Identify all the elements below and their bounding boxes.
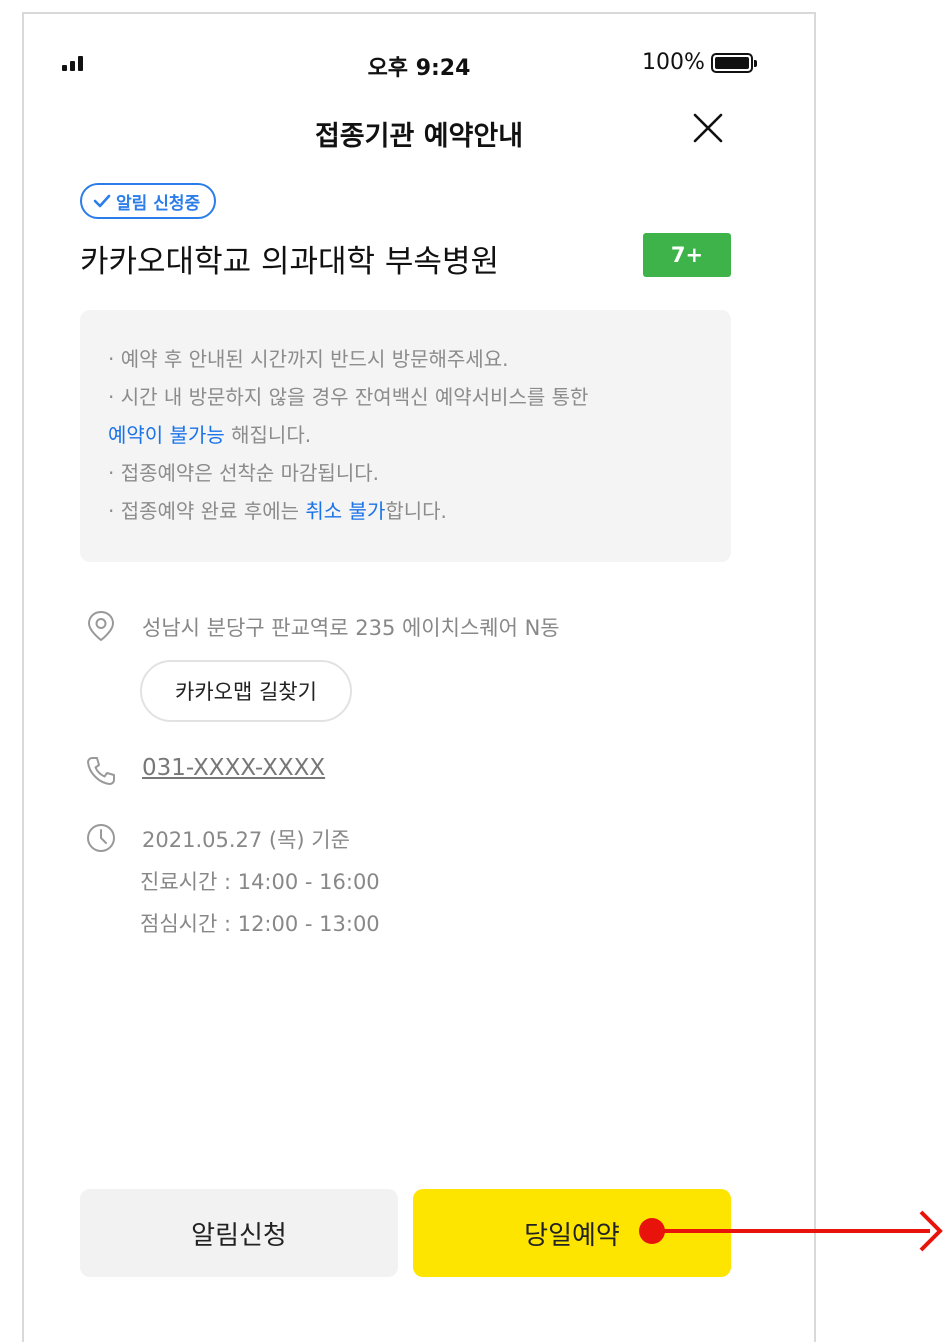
phone-number-link[interactable]: 031-XXXX-XXXX bbox=[142, 755, 325, 781]
hours-row: 2021.05.27 (목) 기준 bbox=[84, 821, 350, 855]
notice-highlight: 예약이 불가능 bbox=[108, 423, 225, 447]
check-icon bbox=[93, 194, 111, 208]
clinic-hours: 진료시간 : 14:00 - 16:00 bbox=[140, 870, 380, 894]
notice-line: 예약이 불가능 해집니다. bbox=[108, 416, 701, 454]
close-button[interactable] bbox=[688, 108, 728, 148]
phone-row: 031-XXXX-XXXX bbox=[84, 754, 325, 788]
phone-screen: 오후 9:24 100% 접종기관 예약안내 알림 신청중 카카오대학교 의과대… bbox=[22, 12, 816, 1342]
notice-line: · 예약 후 안내된 시간까지 반드시 방문해주세요. bbox=[108, 347, 509, 371]
annotation-arrow-head bbox=[919, 1210, 943, 1252]
same-day-reserve-button[interactable]: 당일예약 bbox=[413, 1189, 731, 1277]
notification-status-badge: 알림 신청중 bbox=[80, 183, 217, 219]
address-row: 성남시 분당구 판교역로 235 에이치스퀘어 N동 bbox=[84, 609, 560, 643]
close-icon bbox=[693, 113, 723, 143]
hours-date: 2021.05.27 (목) 기준 bbox=[142, 828, 350, 852]
badge-label: 알림 신청중 bbox=[116, 193, 201, 214]
kakaomap-directions-button[interactable]: 카카오맵 길찾기 bbox=[140, 660, 352, 722]
hospital-name: 카카오대학교 의과대학 부속병원 bbox=[80, 244, 499, 280]
notice-line: · 접종예약 완료 후에는 취소 불가합니다. bbox=[108, 492, 701, 530]
battery-percent: 100% bbox=[642, 50, 705, 75]
clock-icon bbox=[87, 824, 115, 852]
status-bar: 오후 9:24 100% bbox=[24, 14, 814, 110]
notice-text: · 접종예약 완료 후에는 bbox=[108, 499, 306, 523]
notice-line: · 접종예약은 선착순 마감됩니다. bbox=[108, 461, 379, 485]
notice-box: · 예약 후 안내된 시간까지 반드시 방문해주세요. · 시간 내 방문하지 … bbox=[80, 310, 731, 562]
address-text: 성남시 분당구 판교역로 235 에이치스퀘어 N동 bbox=[142, 616, 560, 640]
age-badge: 7+ bbox=[643, 233, 731, 277]
lunch-hours: 점심시간 : 12:00 - 13:00 bbox=[140, 912, 380, 936]
notice-text: 합니다. bbox=[385, 499, 447, 523]
phone-icon bbox=[87, 757, 115, 785]
battery-icon bbox=[710, 52, 757, 73]
location-pin-icon bbox=[87, 610, 115, 642]
notice-line: · 시간 내 방문하지 않을 경우 잔여백신 예약서비스를 통한 bbox=[108, 385, 589, 409]
notice-highlight: 취소 불가 bbox=[305, 499, 386, 523]
notify-button[interactable]: 알림신청 bbox=[80, 1189, 398, 1277]
notice-text: 해집니다. bbox=[224, 423, 312, 447]
battery-indicator: 100% bbox=[642, 50, 757, 75]
